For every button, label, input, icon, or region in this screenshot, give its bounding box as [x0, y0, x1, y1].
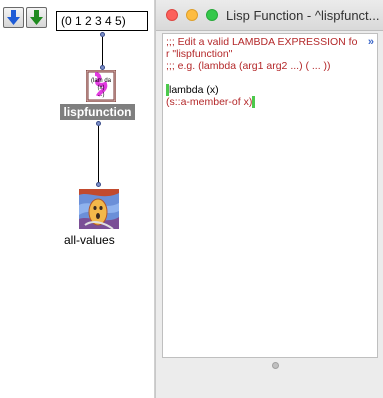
down-arrow-blue-icon: [7, 10, 20, 25]
code-text: (s::a-member-of x): [166, 96, 253, 108]
lisp-function-window: Lisp Function - ^lispfunct... » ;;; Edit…: [155, 0, 383, 398]
all-values-label[interactable]: all-values: [64, 232, 115, 248]
window-title: Lisp Function - ^lispfunct...: [226, 8, 380, 23]
list-value-box[interactable]: (0 1 2 3 4 5): [56, 11, 148, 31]
lambda-editor[interactable]: » ;;; Edit a valid LAMBDA EXPRESSION fo …: [162, 33, 378, 358]
close-window-button[interactable]: [166, 9, 178, 21]
minimize-window-button[interactable]: [186, 9, 198, 21]
lispfunction-icon[interactable]: (lam da (x) ...): [85, 69, 117, 103]
resize-handle[interactable]: [272, 362, 279, 369]
comment-line: r "lispfunction": [166, 48, 233, 60]
down-arrow-green-icon: [30, 10, 43, 25]
all-values-icon[interactable]: [79, 189, 119, 230]
paren-highlight: [252, 96, 256, 108]
svg-text:...): ...): [98, 92, 105, 98]
svg-text:(lam da: (lam da: [91, 78, 112, 84]
overflow-indicator: »: [367, 36, 374, 48]
code-text: lambda (x): [169, 84, 219, 96]
comment-line: ;;; e.g. (lambda (arg1 arg2 ...) ( ... )…: [166, 60, 331, 72]
code-line-lambda: lambda (x): [166, 84, 374, 96]
code-line-body: (s::a-member-of x): [166, 96, 374, 108]
window-titlebar[interactable]: Lisp Function - ^lispfunct...: [156, 0, 383, 31]
svg-text:(x): (x): [98, 85, 105, 91]
lispfunction-label[interactable]: lispfunction: [60, 104, 135, 120]
comment-line: ;;; Edit a valid LAMBDA EXPRESSION fo: [166, 36, 358, 48]
connection-wire[interactable]: [102, 37, 103, 66]
down-arrow-blue-button[interactable]: [3, 7, 24, 28]
down-arrow-green-button[interactable]: [26, 7, 47, 28]
zoom-window-button[interactable]: [206, 9, 218, 21]
connection-wire[interactable]: [98, 126, 99, 183]
inlet-dot[interactable]: [96, 182, 101, 187]
